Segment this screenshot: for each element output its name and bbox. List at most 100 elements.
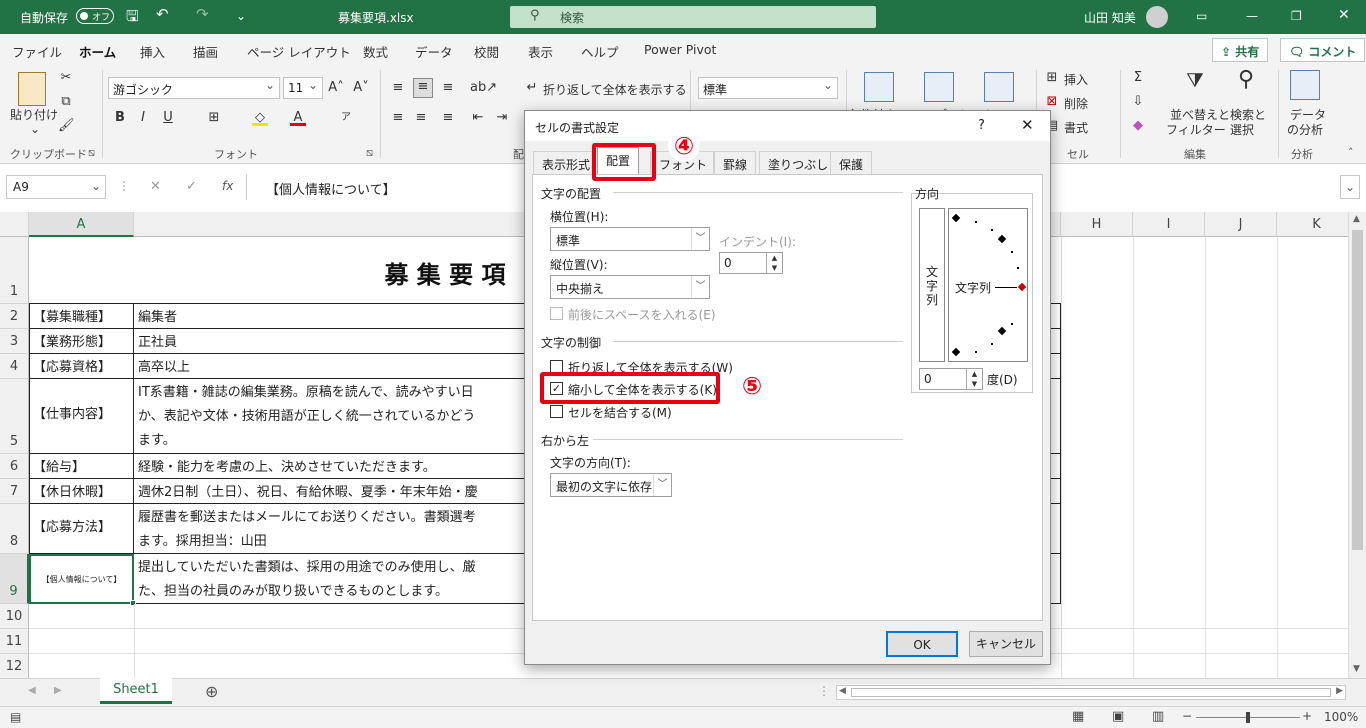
cell-a5[interactable]: 【仕事内容】 <box>29 379 134 454</box>
column-header-k[interactable]: K <box>1277 212 1348 237</box>
save-icon[interactable]: 🖫 <box>126 6 139 31</box>
zoom-level[interactable]: 100% <box>1324 710 1358 724</box>
orientation-icon[interactable]: ab↗ <box>470 80 497 96</box>
formula-content[interactable]: 【個人情報について】 <box>266 179 396 198</box>
wrap-text-icon[interactable]: ↵ <box>524 80 540 96</box>
align-right-icon[interactable]: ≡ <box>440 110 456 126</box>
dialog-tab-number[interactable]: 表示形式 <box>533 151 600 175</box>
horizontal-alignment-select[interactable]: 標準 ﹀ <box>550 227 710 251</box>
row-header-12[interactable]: 12 <box>0 654 29 678</box>
dialog-close-icon[interactable]: ✕ <box>1021 116 1034 134</box>
row-header-2[interactable]: 2 <box>0 304 29 329</box>
format-cells-button[interactable]: 書式 <box>1064 119 1088 136</box>
increase-indent-icon[interactable]: ⇥ <box>494 110 510 126</box>
delete-cells-icon[interactable]: ⊠ <box>1044 94 1060 110</box>
name-box[interactable]: A9 ⌄ <box>6 175 106 199</box>
select-all-corner[interactable] <box>0 212 29 237</box>
align-left-icon[interactable]: ≡ <box>390 110 406 126</box>
ok-button[interactable]: OK <box>886 631 958 657</box>
format-as-table-icon[interactable] <box>924 72 954 102</box>
undo-icon[interactable]: ↶ <box>156 5 169 23</box>
row-header-9[interactable]: 9 <box>0 554 29 604</box>
tab-power-pivot[interactable]: Power Pivot <box>644 42 716 57</box>
search-box[interactable]: ⚲ 検索 <box>510 6 876 28</box>
page-layout-view-icon[interactable]: ▣ <box>1112 709 1124 724</box>
underline-icon[interactable]: U <box>160 110 176 126</box>
row-header-8[interactable]: 8 <box>0 504 29 554</box>
number-format-select[interactable]: 標準 <box>698 77 838 99</box>
dialog-tab-protection[interactable]: 保護 <box>830 151 873 175</box>
tab-insert[interactable]: 挿入 <box>140 42 165 61</box>
minimize-icon[interactable]: — <box>1246 9 1258 23</box>
align-middle-icon[interactable]: ≡ <box>413 78 433 98</box>
row-header-5[interactable]: 5 <box>0 379 29 454</box>
align-bottom-icon[interactable]: ≡ <box>440 80 456 96</box>
tab-page-layout[interactable]: ページ レイアウト <box>247 42 351 61</box>
close-icon[interactable]: ✕ <box>1338 7 1350 23</box>
cell-a8[interactable]: 【応募方法】 <box>29 504 134 554</box>
row-header-1[interactable]: 1 <box>0 237 29 304</box>
restore-icon[interactable]: ❐ <box>1291 9 1302 23</box>
justify-distributed-checkbox[interactable] <box>550 307 563 320</box>
tab-formulas[interactable]: 数式 <box>363 42 388 61</box>
insert-cells-button[interactable]: 挿入 <box>1064 71 1088 88</box>
tab-data[interactable]: データ <box>415 42 453 61</box>
qat-customize-icon[interactable]: ⌄ <box>236 9 246 23</box>
tab-draw[interactable]: 描画 <box>193 42 218 61</box>
find-select-label-2[interactable]: 選択 <box>1230 121 1254 138</box>
column-header-j[interactable]: J <box>1205 212 1277 237</box>
font-name-select[interactable]: 游ゴシック <box>108 77 280 99</box>
column-header-h[interactable]: H <box>1061 212 1133 237</box>
sheet-tab-sheet1[interactable]: Sheet1 <box>100 678 172 704</box>
row-header-7[interactable]: 7 <box>0 479 29 504</box>
find-select-icon[interactable]: ⚲ <box>1238 69 1254 91</box>
vertical-scrollbar[interactable]: ▲ ▼ <box>1348 212 1366 678</box>
decrease-indent-icon[interactable]: ⇤ <box>470 110 486 126</box>
row-header-11[interactable]: 11 <box>0 629 29 654</box>
dialog-launcher-icon[interactable]: ⧅ <box>88 146 95 160</box>
column-header-a[interactable]: A <box>29 212 134 237</box>
cell-styles-icon[interactable] <box>984 72 1014 102</box>
dialog-help-button[interactable]: ? <box>978 118 985 133</box>
align-center-icon[interactable]: ≡ <box>413 110 429 126</box>
insert-function-icon[interactable]: fx <box>222 179 233 193</box>
row-header-10[interactable]: 10 <box>0 604 29 629</box>
copy-icon[interactable]: ⧉ <box>58 94 74 110</box>
fill-color-icon[interactable]: ◇ <box>252 110 268 126</box>
comment-button[interactable]: 🗨 コメント <box>1280 38 1366 62</box>
orientation-dial[interactable]: 文字列 <box>948 208 1028 362</box>
increase-font-icon[interactable]: A˄ <box>328 80 344 96</box>
cancel-button[interactable]: キャンセル <box>969 631 1043 657</box>
cancel-entry-icon[interactable]: ✕ <box>150 179 161 194</box>
tab-help[interactable]: ヘルプ <box>581 42 619 61</box>
cell-a3[interactable]: 【業務形態】 <box>29 329 134 354</box>
paste-icon[interactable] <box>18 72 46 106</box>
file-name[interactable]: 募集要項.xlsx <box>338 9 414 26</box>
font-color-icon[interactable]: A <box>290 110 306 126</box>
tab-view[interactable]: 表示 <box>528 42 553 61</box>
sort-filter-icon[interactable]: ⧩ <box>1186 70 1204 90</box>
dialog-tab-fill[interactable]: 塗りつぶし <box>759 151 838 175</box>
tab-review[interactable]: 校閲 <box>474 42 499 61</box>
zoom-in-icon[interactable]: + <box>1302 709 1312 723</box>
tab-file[interactable]: ファイル <box>12 42 62 61</box>
row-header-6[interactable]: 6 <box>0 454 29 479</box>
text-direction-select[interactable]: 最初の文字に依存 ﹀ <box>550 473 672 497</box>
zoom-out-icon[interactable]: − <box>1182 709 1192 723</box>
merge-cells-checkbox[interactable] <box>550 405 563 418</box>
paste-label[interactable]: 貼り付け <box>10 106 58 123</box>
autosum-icon[interactable]: Σ <box>1130 70 1146 86</box>
vertical-text-button[interactable]: 文 字 列 <box>919 208 945 362</box>
scroll-tabs-right-icon[interactable]: ▶ <box>54 685 62 696</box>
ribbon-display-icon[interactable]: ▭ <box>1196 9 1207 23</box>
autosave-toggle[interactable]: オフ <box>76 8 114 24</box>
sort-filter-label-2[interactable]: フィルター <box>1166 121 1226 138</box>
conditional-formatting-icon[interactable] <box>864 72 894 102</box>
tab-splitter[interactable]: ⋮ <box>818 684 830 698</box>
orientation-handle[interactable] <box>1017 282 1027 292</box>
add-sheet-icon[interactable]: ⊕ <box>205 682 218 701</box>
row-header-4[interactable]: 4 <box>0 354 29 379</box>
redo-icon[interactable]: ↷ <box>196 5 209 23</box>
horizontal-scrollbar[interactable]: ◀ ▶ <box>836 685 1346 700</box>
avatar[interactable] <box>1146 6 1168 28</box>
